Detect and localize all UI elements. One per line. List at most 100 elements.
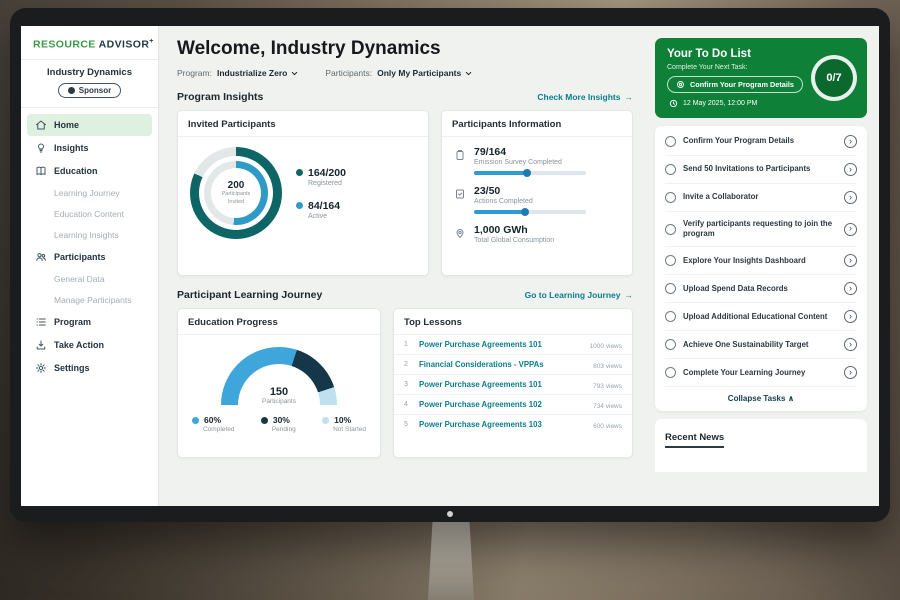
legend-item-registered: 164/200 Registered <box>296 167 346 187</box>
sidebar-item-manage-participants[interactable]: Manage Participants <box>27 290 152 310</box>
photo-background: RESOURCE ADVISOR+ Industry Dynamics Spon… <box>0 0 900 600</box>
participants-dropdown[interactable]: Only My Participants <box>377 68 473 78</box>
sidebar-item-education-content[interactable]: Education Content <box>27 204 152 224</box>
lesson-link[interactable]: Financial Considerations - VPPAs <box>419 360 586 369</box>
due-date: 12 May 2025, 12:00 PM <box>683 100 757 107</box>
lesson-views-count: 734 <box>593 403 604 410</box>
sidebar-item-program[interactable]: Program <box>27 311 152 333</box>
participants-information-card: Participants Information 79/164 Emission… <box>441 110 633 276</box>
sidebar-item-settings[interactable]: Settings <box>27 357 152 379</box>
todo-subtitle: Complete Your Next Task: <box>667 64 803 71</box>
nav-label: Learning Journey <box>54 188 120 198</box>
sidebar: RESOURCE ADVISOR+ Industry Dynamics Spon… <box>21 26 159 506</box>
chevron-right-icon[interactable]: › <box>844 163 857 176</box>
donut-legend: 164/200 Registered 84/164 Active <box>296 167 346 220</box>
chevron-right-icon[interactable]: › <box>844 135 857 148</box>
global-consumption-row: 1,000 GWh Total Global Consumption <box>454 224 620 244</box>
lesson-views-count: 793 <box>593 383 604 390</box>
donut-center-text: Invited <box>228 199 244 206</box>
lesson-rank: 4 <box>404 401 412 408</box>
program-filter-label: Program: <box>177 68 212 78</box>
legend-item-completed: 60% Completed <box>192 415 234 433</box>
task-label: Confirm Your Program Details <box>683 136 837 146</box>
task-upload-educational-content[interactable]: Upload Additional Educational Content › <box>665 303 857 331</box>
task-achieve-sustainability-target[interactable]: Achieve One Sustainability Target › <box>665 331 857 359</box>
sidebar-item-home[interactable]: Home <box>27 114 152 136</box>
task-confirm-program-details[interactable]: Confirm Your Program Details › <box>665 128 857 156</box>
section-title: Participant Learning Journey <box>177 289 322 301</box>
dashboard-screen: RESOURCE ADVISOR+ Industry Dynamics Spon… <box>21 26 879 506</box>
legend-dot <box>296 202 303 209</box>
checkbox-icon[interactable] <box>665 311 676 322</box>
task-verify-participants[interactable]: Verify participants requesting to join t… <box>665 212 857 247</box>
chevron-right-icon[interactable]: › <box>844 282 857 295</box>
legend-label: Pending <box>272 426 296 433</box>
lesson-link[interactable]: Power Purchase Agreements 101 <box>419 340 582 349</box>
task-label: Achieve One Sustainability Target <box>683 340 837 350</box>
progress-fill <box>474 171 528 175</box>
task-explore-insights[interactable]: Explore Your Insights Dashboard › <box>665 247 857 275</box>
progress-track <box>474 171 586 175</box>
task-label: Complete Your Learning Journey <box>683 368 837 378</box>
checkbox-icon[interactable] <box>665 339 676 350</box>
nav-label: Learning Insights <box>54 230 119 240</box>
collapse-tasks-button[interactable]: Collapse Tasks ∧ <box>665 387 857 407</box>
lesson-views-count: 1000 <box>589 343 603 350</box>
lesson-link[interactable]: Power Purchase Agreements 101 <box>419 380 586 389</box>
home-icon <box>35 119 47 131</box>
checkbox-icon[interactable] <box>665 367 676 378</box>
sidebar-item-learning-journey[interactable]: Learning Journey <box>27 183 152 203</box>
lesson-views-count: 803 <box>593 363 604 370</box>
lesson-row: 5 Power Purchase Agreements 103 600 view… <box>394 415 632 434</box>
checkbox-icon[interactable] <box>665 283 676 294</box>
task-upload-spend-data[interactable]: Upload Spend Data Records › <box>665 275 857 303</box>
sponsor-icon <box>68 87 75 94</box>
clipboard-icon <box>454 148 466 160</box>
sidebar-item-education[interactable]: Education <box>27 160 152 182</box>
recent-news-title: Recent News <box>665 432 724 448</box>
checkbox-icon[interactable] <box>665 164 676 175</box>
task-invite-collaborator[interactable]: Invite a Collaborator › <box>665 184 857 212</box>
lesson-rank: 5 <box>404 421 412 428</box>
sidebar-item-insights[interactable]: Insights <box>27 137 152 159</box>
task-label: Send 50 Invitations to Participants <box>683 164 837 174</box>
checkbox-icon[interactable] <box>665 224 676 235</box>
go-to-learning-journey-link[interactable]: Go to Learning Journey → <box>525 290 633 300</box>
task-label: Invite a Collaborator <box>683 192 837 202</box>
link-label: Go to Learning Journey <box>525 290 621 300</box>
chevron-down-icon <box>290 69 299 78</box>
nav-label: Participants <box>54 252 106 262</box>
check-more-insights-link[interactable]: Check More Insights → <box>537 92 633 102</box>
checkbox-icon[interactable] <box>665 192 676 203</box>
chevron-right-icon[interactable]: › <box>844 254 857 267</box>
chevron-right-icon[interactable]: › <box>844 223 857 236</box>
donut-center-value: 200 <box>228 180 245 191</box>
gauge-center-text: Participants <box>221 398 337 405</box>
learning-journey-cards: Education Progress 150 Participants 60 <box>177 308 633 458</box>
lesson-link[interactable]: Power Purchase Agreements 103 <box>419 420 586 429</box>
checkbox-icon[interactable] <box>665 136 676 147</box>
legend-label: Not Started <box>333 426 366 433</box>
program-dropdown[interactable]: Industrialize Zero <box>217 68 299 78</box>
stat-value: 23/50 <box>474 185 586 197</box>
card-title: Invited Participants <box>178 111 428 137</box>
sidebar-item-take-action[interactable]: Take Action <box>27 334 152 356</box>
task-send-invitations[interactable]: Send 50 Invitations to Participants › <box>665 156 857 184</box>
card-title: Top Lessons <box>394 309 632 335</box>
program-filter: Program: Industrialize Zero <box>177 68 299 78</box>
book-icon <box>35 165 47 177</box>
sponsor-badge[interactable]: Sponsor <box>58 83 121 98</box>
next-task-pill[interactable]: Confirm Your Program Details <box>667 76 803 93</box>
chevron-right-icon[interactable]: › <box>844 366 857 379</box>
chevron-right-icon[interactable]: › <box>844 338 857 351</box>
checkbox-icon[interactable] <box>665 255 676 266</box>
task-complete-learning-journey[interactable]: Complete Your Learning Journey › <box>665 359 857 387</box>
lesson-link[interactable]: Power Purchase Agreements 102 <box>419 400 586 409</box>
sidebar-item-participants[interactable]: Participants <box>27 246 152 268</box>
sidebar-item-learning-insights[interactable]: Learning Insights <box>27 225 152 245</box>
collapse-label: Collapse Tasks <box>728 394 786 403</box>
chevron-right-icon[interactable]: › <box>844 191 857 204</box>
program-insights-cards: Invited Participants 200 Participants <box>177 110 633 276</box>
sidebar-item-general-data[interactable]: General Data <box>27 269 152 289</box>
chevron-right-icon[interactable]: › <box>844 310 857 323</box>
